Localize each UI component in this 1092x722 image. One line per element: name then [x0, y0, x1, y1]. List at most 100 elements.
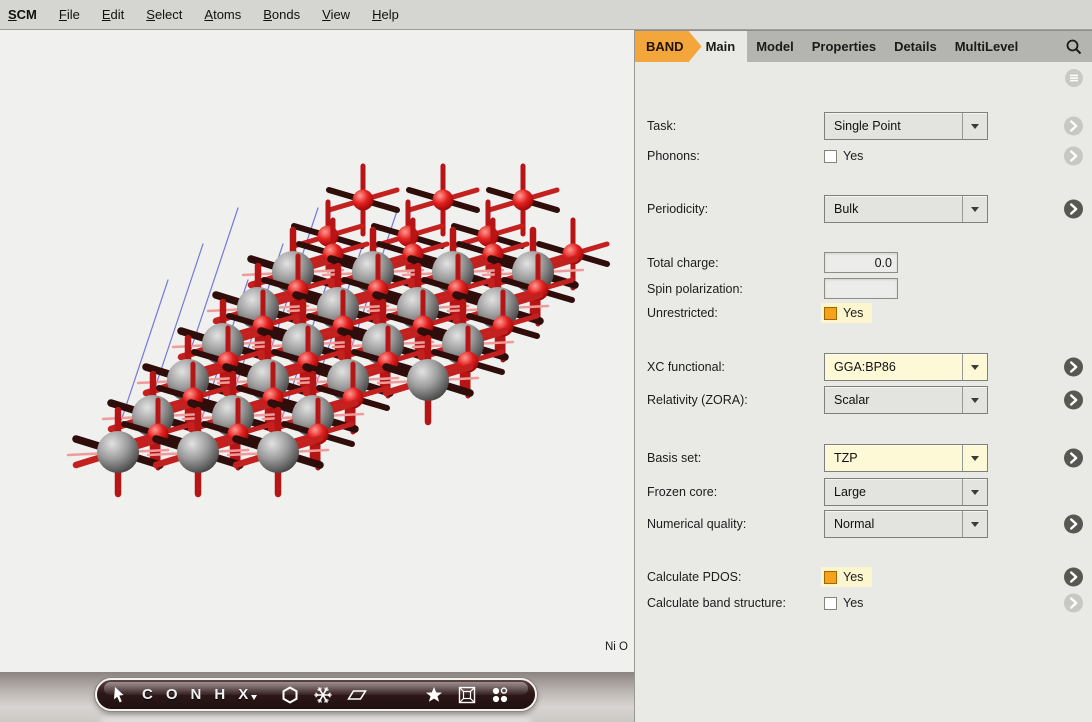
menu-item-edit[interactable]: Edit [91, 7, 135, 22]
tab-details[interactable]: Details [885, 31, 946, 62]
spin-polarization-input[interactable] [824, 278, 898, 299]
menu-bar: SCMFileEditSelectAtomsBondsViewHelp [0, 0, 1092, 30]
xc-functional-row: XC functional: GGA:BP86 [635, 353, 1092, 381]
periodicity-label: Periodicity: [647, 202, 708, 216]
calculate-band-structure-row: Calculate band structure: Yes [635, 594, 1092, 612]
search-button[interactable] [1056, 31, 1092, 62]
task-detail-button[interactable] [1064, 117, 1083, 136]
element-nitrogen-button[interactable]: N [191, 686, 202, 703]
module-badge[interactable]: BAND [635, 31, 702, 62]
numerical-quality-label: Numerical quality: [647, 517, 746, 531]
phonons-checkbox[interactable] [824, 150, 837, 163]
star-icon [424, 685, 444, 705]
calculate-band-structure-label: Calculate band structure: [647, 596, 786, 610]
relativity-detail-button[interactable] [1064, 391, 1083, 410]
element-other-button[interactable]: X [238, 686, 257, 703]
phonons-detail-button[interactable] [1064, 147, 1083, 166]
freeze-tool[interactable] [313, 685, 333, 705]
tab-properties[interactable]: Properties [803, 31, 885, 62]
periodicity-dropdown[interactable]: Bulk [824, 195, 988, 223]
frozen-core-dropdown[interactable]: Large [824, 478, 988, 506]
relativity-dropdown[interactable]: Scalar [824, 386, 988, 414]
dropdown-arrow-icon[interactable] [962, 445, 987, 471]
relativity-row: Relativity (ZORA): Scalar [635, 386, 1092, 414]
toolbar-reflection [99, 716, 533, 722]
render-style-tool[interactable] [490, 685, 510, 705]
parallelogram-icon [346, 685, 368, 705]
numerical-quality-row: Numerical quality: Normal [635, 510, 1092, 538]
basis-set-dropdown[interactable]: TZP [824, 444, 988, 472]
perspective-tool[interactable] [457, 685, 477, 705]
basis-set-detail-button[interactable] [1064, 449, 1083, 468]
periodicity-row: Periodicity: Bulk [635, 195, 1092, 223]
settings-form: Task: Single Point Phonons: Yes Periodic… [635, 62, 1092, 722]
total-charge-row: Total charge: [635, 252, 1092, 273]
spin-polarization-row: Spin polarization: [635, 278, 1092, 299]
calculate-pdos-checkbox[interactable] [824, 571, 837, 584]
menu-item-atoms[interactable]: Atoms [193, 7, 252, 22]
menu-item-help[interactable]: Help [361, 7, 410, 22]
element-carbon-button[interactable]: C [142, 686, 153, 703]
menu-item-bonds[interactable]: Bonds [252, 7, 311, 22]
structure-viewer: Ni O C O N H X [0, 30, 635, 722]
xc-functional-detail-button[interactable] [1064, 358, 1083, 377]
pointer-tool[interactable] [109, 685, 129, 705]
unrestricted-label: Unrestricted: [647, 306, 718, 320]
element-oxygen-button[interactable]: O [166, 686, 178, 703]
task-label: Task: [647, 119, 676, 133]
formula-label: Ni O [605, 641, 628, 653]
total-charge-label: Total charge: [647, 256, 719, 270]
element-hydrogen-button[interactable]: H [214, 686, 225, 703]
basis-set-row: Basis set: TZP [635, 444, 1092, 472]
calculate-band-structure-checkbox[interactable] [824, 597, 837, 610]
basis-set-label: Basis set: [647, 451, 701, 465]
relativity-label: Relativity (ZORA): [647, 393, 748, 407]
perspective-box-icon [457, 685, 477, 705]
phonons-label: Phonons: [647, 149, 700, 163]
tab-bar: BAND Main Model Properties Details Multi… [635, 30, 1092, 62]
unrestricted-checkbox[interactable] [824, 307, 837, 320]
settings-panel: BAND Main Model Properties Details Multi… [635, 30, 1092, 722]
calculate-pdos-detail-button[interactable] [1064, 568, 1083, 587]
tab-model[interactable]: Model [747, 31, 803, 62]
dropdown-arrow-icon[interactable] [962, 113, 987, 139]
ring-tool[interactable] [280, 685, 300, 705]
cursor-icon [109, 685, 129, 705]
atom-toolbar: C O N H X [95, 678, 537, 711]
dropdown-arrow-icon[interactable] [962, 479, 987, 505]
band-input-window: SCMFileEditSelectAtomsBondsViewHelp Ni O… [0, 0, 1092, 722]
xc-functional-label: XC functional: [647, 360, 725, 374]
task-dropdown[interactable]: Single Point [824, 112, 988, 140]
dropdown-arrow-icon[interactable] [962, 511, 987, 537]
periodicity-detail-button[interactable] [1064, 200, 1083, 219]
menu-item-file[interactable]: File [48, 7, 91, 22]
dropdown-arrow-icon[interactable] [962, 387, 987, 413]
element-dropdown-caret-icon [251, 695, 257, 703]
calculate-pdos-row: Calculate PDOS: Yes [635, 566, 1092, 588]
frozen-core-label: Frozen core: [647, 485, 717, 499]
unrestricted-row: Unrestricted: Yes [635, 302, 1092, 324]
calculate-pdos-label: Calculate PDOS: [647, 570, 741, 584]
numerical-quality-detail-button[interactable] [1064, 515, 1083, 534]
xc-functional-dropdown[interactable]: GGA:BP86 [824, 353, 988, 381]
plane-tool[interactable] [346, 685, 368, 705]
dropdown-arrow-icon[interactable] [962, 354, 987, 380]
calculate-band-structure-detail-button[interactable] [1064, 594, 1083, 613]
frozen-core-row: Frozen core: Large [635, 478, 1092, 506]
tab-multilevel[interactable]: MultiLevel [946, 31, 1028, 62]
menu-item-scm[interactable]: SCM [8, 7, 48, 22]
phonons-row: Phonons: Yes [635, 147, 1092, 165]
star-tool[interactable] [424, 685, 444, 705]
search-icon [1064, 37, 1084, 57]
hexagon-icon [280, 685, 300, 705]
spin-polarization-label: Spin polarization: [647, 282, 743, 296]
menu-item-select[interactable]: Select [135, 7, 193, 22]
total-charge-input[interactable] [824, 252, 898, 273]
menu-item-view[interactable]: View [311, 7, 361, 22]
snowflake-icon [313, 685, 333, 705]
task-row: Task: Single Point [635, 112, 1092, 140]
crystal-structure-canvas[interactable] [0, 30, 634, 722]
dropdown-arrow-icon[interactable] [962, 196, 987, 222]
numerical-quality-dropdown[interactable]: Normal [824, 510, 988, 538]
spheres-icon [490, 685, 510, 705]
